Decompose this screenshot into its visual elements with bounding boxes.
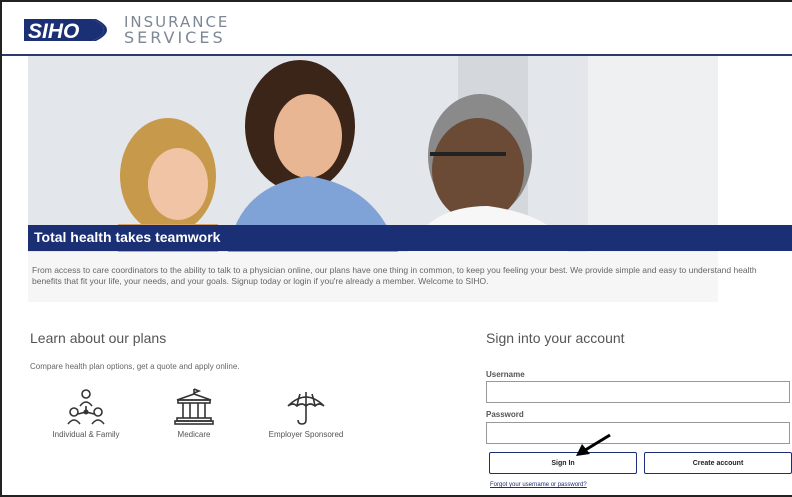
- logo-mark: SIHO: [22, 15, 118, 45]
- password-input[interactable]: [486, 422, 790, 444]
- hero-image: [28, 56, 718, 252]
- username-label: Username: [486, 370, 525, 379]
- signin-title: Sign into your account: [486, 330, 625, 346]
- plan-individual-family[interactable]: Individual & Family: [44, 388, 128, 439]
- hero-intro-text: From access to care coordinators to the …: [32, 265, 757, 286]
- family-icon: [67, 389, 105, 425]
- umbrella-icon: [287, 392, 325, 425]
- siho-logo[interactable]: SIHO INSURANCE SERVICES: [22, 12, 229, 48]
- hero-photo-illustration: [28, 56, 718, 252]
- pointer-arrow-icon: [576, 433, 611, 456]
- plan-individual-family-label: Individual & Family: [52, 430, 120, 439]
- username-input[interactable]: [486, 381, 790, 403]
- logo-line-2: SERVICES: [124, 28, 226, 47]
- hero-headline: Total health takes teamwork: [34, 229, 221, 245]
- plans-title: Learn about our plans: [30, 330, 167, 346]
- sign-in-button[interactable]: Sign In: [489, 452, 637, 474]
- logo-wordmark: INSURANCE SERVICES: [124, 15, 229, 47]
- forgot-credentials-link[interactable]: Forgot your username or password?: [490, 482, 587, 488]
- site-header: SIHO INSURANCE SERVICES: [2, 2, 792, 56]
- plan-medicare-label: Medicare: [177, 430, 211, 439]
- password-label: Password: [486, 410, 524, 419]
- plan-medicare[interactable]: Medicare: [162, 388, 226, 439]
- building-icon: [174, 388, 214, 425]
- logo-mark-text: SIHO: [28, 20, 79, 43]
- plan-employer-sponsored[interactable]: Employer Sponsored: [258, 388, 354, 439]
- plan-employer-sponsored-label: Employer Sponsored: [268, 430, 344, 439]
- plans-subtitle: Compare health plan options, get a quote…: [30, 362, 240, 371]
- create-account-button[interactable]: Create account: [644, 452, 792, 474]
- hero-headline-band: Total health takes teamwork: [28, 225, 792, 251]
